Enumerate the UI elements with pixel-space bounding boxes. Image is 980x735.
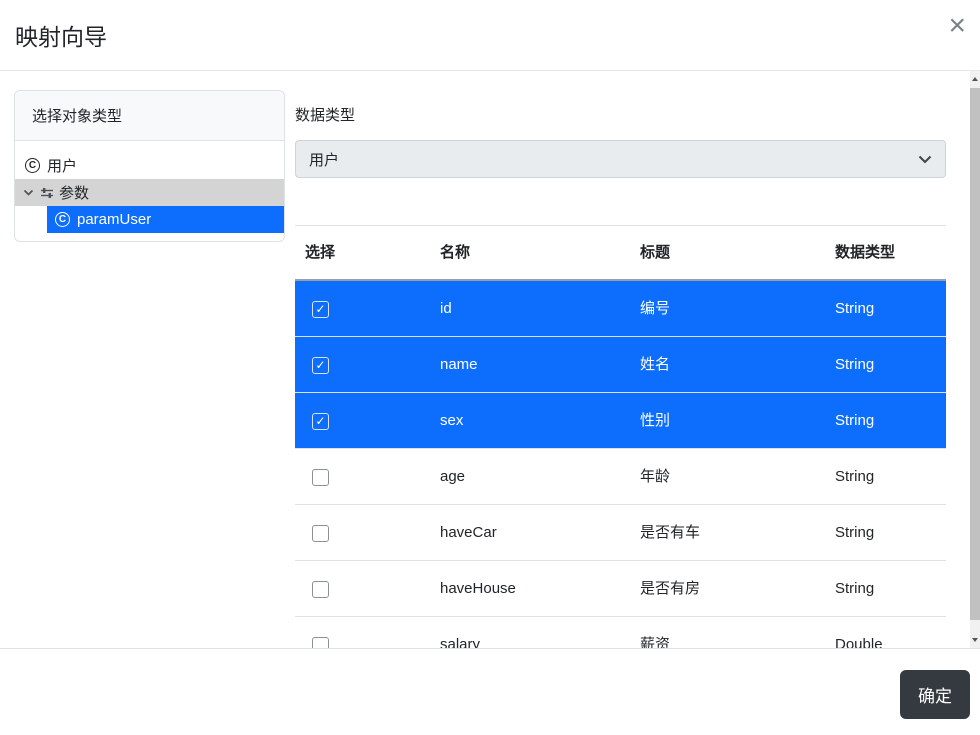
cell-select (295, 561, 430, 617)
column-header-select: 选择 (295, 226, 430, 281)
cell-select (295, 505, 430, 561)
column-header-name: 名称 (430, 226, 630, 281)
cell-select: ✓ (295, 393, 430, 449)
ok-button[interactable]: 确定 (900, 670, 970, 719)
object-type-tree: C 用户 参数 C paramUser (15, 141, 284, 241)
checkbox-unchecked-icon[interactable] (312, 525, 329, 542)
cell-select (295, 449, 430, 505)
cell-datatype: String (825, 449, 946, 505)
table-row[interactable]: age年龄String (295, 449, 946, 505)
cell-datatype: String (825, 505, 946, 561)
chevron-down-icon (918, 155, 932, 164)
close-icon[interactable]: × (948, 11, 966, 41)
table-row[interactable]: ✓ name姓名String (295, 337, 946, 393)
cell-select: ✓ (295, 280, 430, 337)
tree-item-user[interactable]: C 用户 (15, 152, 284, 179)
tree-item-label: paramUser (77, 211, 151, 228)
cell-datatype: String (825, 393, 946, 449)
cell-name: id (430, 280, 630, 337)
datatype-select[interactable]: 用户 (295, 140, 946, 178)
cell-title: 是否有车 (630, 505, 825, 561)
class-icon: C (25, 158, 40, 173)
fields-table: 选择 名称 标题 数据类型 ✓id编号String✓name姓名String✓s… (295, 225, 946, 648)
tree-item-label: 参数 (59, 182, 89, 203)
cell-title: 性别 (630, 393, 825, 449)
scroll-down-icon[interactable] (972, 638, 978, 642)
checkbox-unchecked-icon[interactable] (312, 469, 329, 486)
column-header-title: 标题 (630, 226, 825, 281)
chevron-down-icon (22, 186, 35, 199)
cell-select: ✓ (295, 337, 430, 393)
cell-name: name (430, 337, 630, 393)
cell-name: sex (430, 393, 630, 449)
cell-datatype: Double (825, 617, 946, 649)
object-type-panel-header: 选择对象类型 (15, 91, 284, 141)
tune-icon (40, 186, 54, 200)
dialog-header: 映射向导 × (0, 0, 980, 71)
cell-select (295, 617, 430, 649)
table-row[interactable]: haveHouse是否有房String (295, 561, 946, 617)
dialog-title: 映射向导 (15, 18, 107, 52)
datatype-label: 数据类型 (295, 104, 946, 125)
scrollbar-thumb[interactable] (970, 88, 980, 620)
checkbox-checked-icon[interactable]: ✓ (312, 413, 329, 430)
cell-datatype: String (825, 280, 946, 337)
cell-name: haveCar (430, 505, 630, 561)
checkbox-checked-icon[interactable]: ✓ (312, 301, 329, 318)
class-icon: C (55, 212, 70, 227)
datatype-select-value: 用户 (309, 149, 339, 170)
field-mapping-panel: 数据类型 用户 选择 名称 标题 数据类型 ✓id编号String✓name姓名… (295, 71, 946, 648)
table-row[interactable]: salary薪资Double (295, 617, 946, 649)
checkbox-checked-icon[interactable]: ✓ (312, 357, 329, 374)
cell-name: haveHouse (430, 561, 630, 617)
dialog-footer: 确定 (0, 648, 980, 735)
tree-selection-highlight: C paramUser (47, 206, 284, 233)
dialog-body: 选择对象类型 C 用户 参数 C paramUser (0, 71, 970, 648)
cell-name: age (430, 449, 630, 505)
tree-item-params[interactable]: 参数 (15, 179, 284, 206)
cell-title: 编号 (630, 280, 825, 337)
fields-table-header-row: 选择 名称 标题 数据类型 (295, 226, 946, 281)
cell-name: salary (430, 617, 630, 649)
tree-item-label: 用户 (47, 155, 77, 176)
cell-title: 年龄 (630, 449, 825, 505)
vertical-scrollbar[interactable] (970, 71, 980, 648)
table-row[interactable]: ✓ sex性别String (295, 393, 946, 449)
cell-datatype: String (825, 561, 946, 617)
table-row[interactable]: haveCar是否有车String (295, 505, 946, 561)
cell-title: 是否有房 (630, 561, 825, 617)
checkbox-unchecked-icon[interactable] (312, 637, 329, 648)
cell-datatype: String (825, 337, 946, 393)
checkbox-unchecked-icon[interactable] (312, 581, 329, 598)
cell-title: 薪资 (630, 617, 825, 649)
object-type-panel: 选择对象类型 C 用户 参数 C paramUser (14, 90, 285, 242)
column-header-datatype: 数据类型 (825, 226, 946, 281)
scroll-up-icon[interactable] (972, 77, 978, 81)
table-row[interactable]: ✓ id编号String (295, 280, 946, 337)
tree-item-paramuser[interactable]: C paramUser (15, 206, 284, 233)
cell-title: 姓名 (630, 337, 825, 393)
fields-table-body: ✓id编号String✓name姓名String✓sex性别Stringage年… (295, 280, 946, 648)
